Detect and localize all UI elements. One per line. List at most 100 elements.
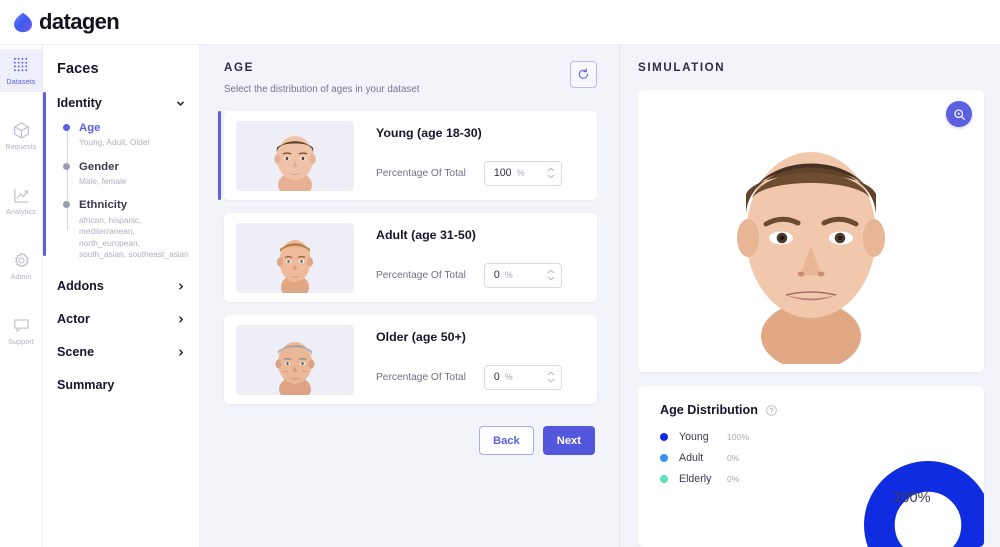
legend-value-adult: 0% [727,453,740,463]
stepper-up-icon[interactable] [547,167,555,172]
rail-item-support[interactable]: Support [0,309,42,352]
legend-label-adult: Adult [679,452,704,464]
nav-row-scene[interactable]: Scene [43,345,199,359]
legend-value-elderly: 0% [727,474,740,484]
nav-subitem-age[interactable]: Age Young, Adult, Older [63,121,189,149]
nav-row-scene-label: Scene [57,345,95,360]
cube-icon [13,122,29,139]
wizard-actions: Back Next [224,426,597,455]
magnifier-zoom-icon [953,108,965,120]
legend-row-young: Young 100% [660,431,984,443]
nav-sublist-identity: Age Young, Adult, Older Gender Male, fem… [63,121,189,260]
next-button[interactable]: Next [542,426,595,455]
nav-row-summary[interactable]: Summary [43,378,199,392]
nav-row-addons[interactable]: Addons [43,279,199,293]
stepper-down-icon[interactable] [547,378,555,383]
percentage-label: Percentage Of Total [376,371,466,383]
nav-subitem-age-label: Age [79,122,101,134]
rail-item-analytics[interactable]: Analytics [0,179,42,222]
rail-label-analytics: Analytics [6,206,36,216]
age-card-adult-title: Adult (age 31-50) [376,227,476,242]
legend-label-young: Young [679,431,709,443]
percentage-unit: % [516,168,525,178]
back-button[interactable]: Back [479,426,534,455]
center-panel: AGE Select the distribution of ages in y… [200,45,620,547]
bullet-icon [63,162,70,170]
chart-line-icon [13,188,28,203]
brand-logo[interactable]: datagen [13,9,120,35]
age-card-older[interactable]: Older (age 50+) Percentage Of Total 0 % [224,315,597,404]
right-panel: SIMULATION Age Distribution Young 100% A… [620,45,1000,547]
nav-section-identity-header[interactable]: Identity [57,96,189,110]
legend-value-young: 100% [727,432,749,442]
rail-label-requests: Requests [5,141,37,151]
age-card-young-body: Young (age 18-30) Percentage Of Total 10… [376,126,583,186]
percentage-value-adult[interactable]: 0 [494,269,500,281]
nav-row-addons-label: Addons [57,279,104,294]
stepper-arrows-adult[interactable] [547,269,555,281]
left-icon-rail: Datasets Requests Analytics Admin Suppor… [0,45,43,547]
percentage-stepper-young[interactable]: 100 % [483,160,562,186]
chevron-right-icon[interactable] [177,281,185,292]
page-subtitle: Select the distribution of ages in your … [224,84,420,95]
young-male-face-render [737,152,885,364]
help-circle-icon[interactable] [766,404,777,416]
center-header-text: AGE Select the distribution of ages in y… [224,61,420,95]
reset-button[interactable] [570,61,597,88]
stepper-up-icon[interactable] [547,371,555,376]
percentage-unit: % [504,270,513,280]
nav-subitem-ethnicity[interactable]: Ethnicity african, hispanic, mediterrane… [63,198,189,260]
age-card-older-title: Older (age 50+) [376,329,466,344]
nav-section-identity-label: Identity [57,96,102,110]
app-root: datagen Datasets Requests Analytics Admi… [0,0,1000,547]
percentage-value-older[interactable]: 0 [494,371,500,383]
young-face-thumbnail [236,120,354,191]
rail-label-support: Support [8,336,34,346]
simulation-title: SIMULATION [638,61,726,74]
nav-subitem-ethnicity-desc: african, hispanic, mediterranean, north_… [79,214,189,259]
chevron-down-icon[interactable] [176,99,185,108]
stepper-arrows-young[interactable] [547,167,555,179]
stepper-down-icon[interactable] [547,276,555,281]
refresh-reset-icon [578,68,588,79]
rail-item-requests[interactable]: Requests [0,114,42,157]
older-face-image [275,341,315,395]
app-body: Datasets Requests Analytics Admin Suppor… [0,45,1000,547]
chevron-right-icon[interactable] [177,347,185,358]
nav-row-actor-label: Actor [57,312,90,327]
nav-section-identity: Identity Age Young, Adult, Older Gender [43,91,199,260]
chat-bubble-icon [13,319,29,333]
percentage-stepper-adult[interactable]: 0 % [483,262,562,288]
age-card-young[interactable]: Young (age 18-30) Percentage Of Total 10… [218,111,597,200]
rail-item-admin[interactable]: Admin [0,244,42,287]
age-card-young-title: Young (age 18-30) [376,125,482,140]
age-card-older-row: Percentage Of Total 0 % [376,364,583,390]
nav-row-summary-label: Summary [57,378,115,393]
donut-center-label: 100% [893,490,931,506]
legend-label-elderly: Elderly [679,473,712,485]
percentage-value-young[interactable]: 100 [494,167,512,179]
nav-row-actor[interactable]: Actor [43,312,199,326]
datagen-droplet-logo-icon [14,12,32,32]
older-face-thumbnail [236,324,354,395]
nav-subitem-age-desc: Young, Adult, Older [79,137,151,148]
stepper-up-icon[interactable] [547,269,555,274]
center-header: AGE Select the distribution of ages in y… [224,61,597,95]
age-card-adult-body: Adult (age 31-50) Percentage Of Total 0 … [376,228,583,288]
age-distribution-card: Age Distribution Young 100% Adult 0% Eld… [638,386,984,547]
age-card-adult[interactable]: Adult (age 31-50) Percentage Of Total 0 … [224,213,597,302]
legend-dot-elderly [660,475,668,483]
young-face-image [274,135,316,191]
stepper-down-icon[interactable] [547,174,555,179]
simulation-preview-card [638,90,984,372]
nav-subitem-gender[interactable]: Gender Male, female [63,160,189,188]
percentage-stepper-older[interactable]: 0 % [483,364,562,390]
legend-dot-young [660,433,668,441]
zoom-preview-button[interactable] [946,101,972,127]
rail-label-admin: Admin [10,271,32,281]
nav-subitem-ethnicity-label: Ethnicity [79,199,128,212]
gear-icon [14,252,29,268]
chevron-right-icon[interactable] [177,314,185,325]
stepper-arrows-older[interactable] [547,371,555,383]
rail-item-datasets[interactable]: Datasets [0,49,42,92]
